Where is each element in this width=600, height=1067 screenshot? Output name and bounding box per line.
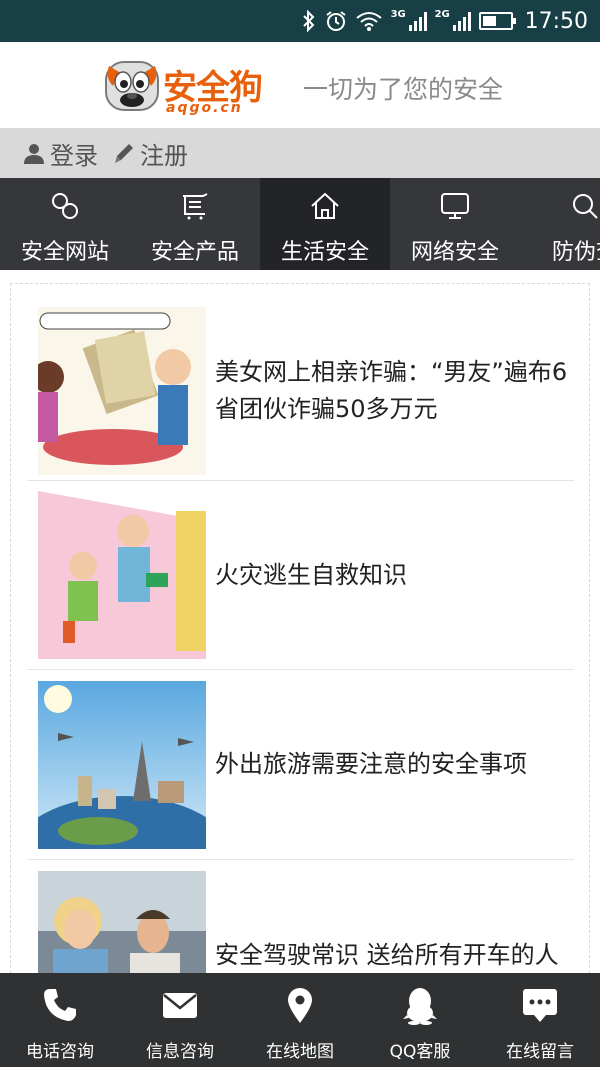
home-icon <box>311 192 339 219</box>
bottom-label: 电话咨询 <box>26 1042 94 1062</box>
map-pin-icon <box>288 988 312 1023</box>
nav-label: 安全网站 <box>20 240 109 265</box>
cart-icon <box>183 193 208 220</box>
qq-icon <box>403 988 437 1025</box>
nav-label: 防伪查 <box>551 240 600 265</box>
online-map-button[interactable]: 在线地图 <box>240 973 360 1067</box>
nav-label: 网络安全 <box>410 240 499 265</box>
bluetooth-icon <box>301 9 317 33</box>
monitor-icon <box>441 193 469 219</box>
slogan: 一切为了您的安全 <box>303 75 504 104</box>
bottom-label: 在线地图 <box>266 1042 334 1062</box>
nav-item-safe-products[interactable]: 安全产品 <box>130 178 260 270</box>
cartoon-fire-escape-image <box>38 491 206 659</box>
bottom-label: QQ客服 <box>389 1042 451 1062</box>
nav-item-anti-counterfeit[interactable]: 防伪查 <box>520 178 600 270</box>
bottom-label: 在线留言 <box>506 1042 574 1062</box>
travel-landmarks-image <box>38 680 206 849</box>
article-title: 安全驾驶常识 送给所有开车的人 <box>215 940 559 969</box>
alarm-icon <box>325 9 347 33</box>
list-item[interactable]: 火灾逃生自救知识 <box>27 481 574 670</box>
search-icon <box>573 194 598 219</box>
article-list: 美女网上相亲诈骗：“男友”遍布6省团伙诈骗50多万元 火灾逃生自救知识 外出旅游… <box>10 283 590 973</box>
article-title: 外出旅游需要注意的安全事项 <box>215 750 527 778</box>
register-label: 注册 <box>140 141 188 170</box>
online-message-button[interactable]: 在线留言 <box>480 973 600 1067</box>
cartoon-dating-scam-image <box>38 307 206 475</box>
chat-icon <box>523 989 557 1022</box>
link-icon <box>52 193 78 219</box>
signal-3g-icon: 3G <box>391 9 427 31</box>
auth-bar: 登录 注册 <box>0 128 600 178</box>
phone-consult-button[interactable]: 电话咨询 <box>0 973 120 1067</box>
list-item[interactable]: 外出旅游需要注意的安全事项 <box>27 670 574 860</box>
pencil-icon <box>115 144 133 163</box>
status-bar: 3G 2G 17:50 <box>0 0 600 42</box>
dog-logo-icon[interactable] <box>103 56 161 114</box>
bottom-action-bar: 电话咨询 信息咨询 在线地图 QQ客服 在线留言 <box>0 973 600 1067</box>
nav-label: 生活安全 <box>280 240 369 265</box>
login-link[interactable]: 登录 <box>22 136 98 171</box>
category-nav: 安全网站 安全产品 生活安全 网络安全 防伪查 <box>0 178 600 270</box>
nav-item-network-safety[interactable]: 网络安全 <box>390 178 520 270</box>
article-title: 火灾逃生自救知识 <box>215 560 407 589</box>
user-icon <box>24 144 44 164</box>
qq-service-button[interactable]: QQ客服 <box>360 973 480 1067</box>
login-label: 登录 <box>50 141 98 170</box>
status-icons: 3G 2G 17:50 <box>301 0 588 42</box>
phone-icon <box>44 989 76 1021</box>
logo-subtext: aqgo.cn <box>166 100 243 116</box>
signal-2g-icon: 2G <box>435 9 471 31</box>
site-header: 安全狗 aqgo.cn 一切为了您的安全 <box>0 42 600 128</box>
mail-icon <box>163 993 197 1018</box>
battery-icon <box>478 12 516 30</box>
nav-item-life-safety[interactable]: 生活安全 <box>260 178 390 270</box>
list-item[interactable]: 安全驾驶常识 送给所有开车的人 <box>27 860 574 973</box>
article-title: 美女网上相亲诈骗：“男友”遍布6省团伙诈骗50多万元 <box>215 358 568 423</box>
driving-couple-image <box>38 871 206 973</box>
wifi-icon <box>355 9 383 33</box>
nav-label: 安全产品 <box>150 240 239 265</box>
status-time: 17:50 <box>524 8 588 34</box>
register-link[interactable]: 注册 <box>112 136 188 171</box>
list-item[interactable]: 美女网上相亲诈骗：“男友”遍布6省团伙诈骗50多万元 <box>27 302 574 481</box>
message-consult-button[interactable]: 信息咨询 <box>120 973 240 1067</box>
bottom-label: 信息咨询 <box>146 1042 214 1062</box>
nav-item-safe-sites[interactable]: 安全网站 <box>0 178 130 270</box>
battery-level <box>482 16 496 26</box>
